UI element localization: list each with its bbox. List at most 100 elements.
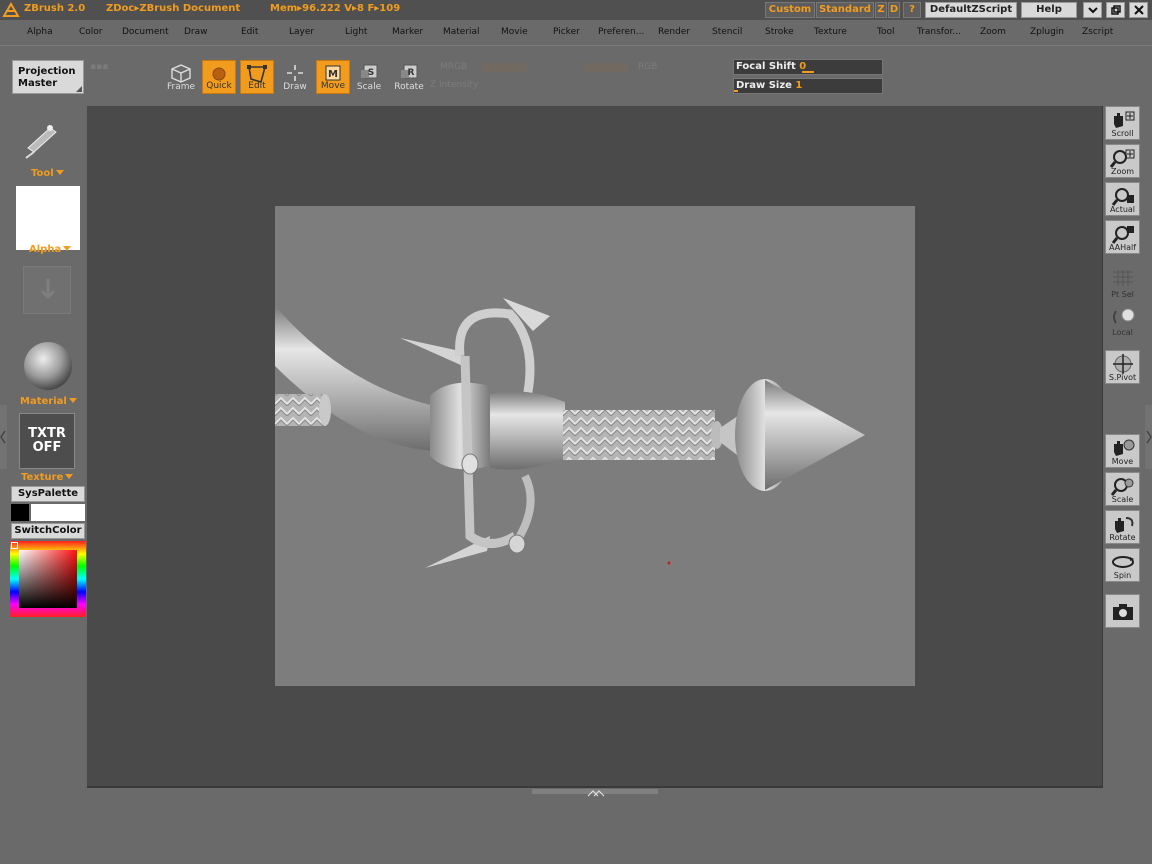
actual-button[interactable]: Actual: [1105, 182, 1140, 216]
scale-button[interactable]: S Scale: [352, 60, 386, 94]
stencil-arrow-icon: [40, 279, 56, 300]
left-tray-handle[interactable]: [0, 405, 7, 469]
rotate-view-button[interactable]: Rotate: [1105, 510, 1140, 544]
restore-button[interactable]: [1106, 2, 1125, 18]
rotate-hand-icon: [1114, 517, 1133, 533]
memory-readout: Mem▸96.222 V▸8 F▸109: [270, 3, 401, 14]
draw-label: Draw: [283, 82, 307, 92]
aahalf-label: AAHalf: [1108, 243, 1137, 252]
aahalf-icon: [1111, 226, 1134, 244]
menu-document[interactable]: Document: [122, 27, 169, 37]
aahalf-button[interactable]: AAHalf: [1105, 220, 1140, 254]
alpha-thumbnail[interactable]: [16, 186, 80, 250]
spivot-icon: [1112, 354, 1133, 374]
close-icon: [1133, 5, 1144, 15]
quick-button[interactable]: Quick: [202, 60, 236, 94]
tool-brush-icon: [25, 125, 57, 159]
draw-size-slider[interactable]: Draw Size 1: [733, 78, 883, 94]
menu-zoom[interactable]: Zoom: [980, 27, 1006, 37]
menu-transform[interactable]: Transfor...: [917, 27, 961, 37]
snapshot-button[interactable]: [1105, 594, 1140, 628]
material-menu-button[interactable]: Material: [20, 396, 77, 407]
spivot-button[interactable]: S.Pivot: [1105, 350, 1140, 384]
menu-movie[interactable]: Movie: [501, 27, 528, 37]
menu-edit[interactable]: Edit: [241, 27, 258, 37]
restore-icon: [1110, 5, 1121, 15]
color-picker[interactable]: [10, 541, 86, 617]
quick-label: Quick: [206, 81, 232, 91]
ghost-mrgb: MRGB: [440, 62, 468, 72]
z-button[interactable]: Z: [875, 2, 887, 18]
menu-layer[interactable]: Layer: [289, 27, 314, 37]
pt-sel-button[interactable]: Pt Sel: [1105, 266, 1140, 300]
help-question-button[interactable]: ?: [903, 2, 921, 18]
texture-menu-button[interactable]: Texture: [21, 472, 74, 483]
rotate-button[interactable]: R Rotate: [391, 60, 427, 94]
ghost-label-1: ▪▪▪: [90, 62, 109, 72]
close-button[interactable]: [1129, 2, 1148, 18]
menu-light[interactable]: Light: [345, 27, 367, 37]
menu-stroke[interactable]: Stroke: [765, 27, 794, 37]
menu-material[interactable]: Material: [443, 27, 480, 37]
zoom-button[interactable]: Zoom: [1105, 144, 1140, 178]
document-canvas[interactable]: [275, 206, 915, 686]
menu-color[interactable]: Color: [79, 27, 103, 37]
menu-preferences[interactable]: Preferen...: [598, 27, 644, 37]
color-picker-square[interactable]: [19, 550, 77, 608]
minimize-button[interactable]: [1083, 2, 1102, 18]
projection-master-button[interactable]: Projection Master: [12, 60, 84, 94]
stencil-thumbnail: [23, 266, 71, 314]
zbrush-logo-icon: [2, 2, 20, 17]
right-tray-handle[interactable]: [1145, 405, 1152, 469]
standard-ui-button[interactable]: Standard: [816, 2, 874, 18]
switchcolor-button[interactable]: SwitchColor: [11, 523, 85, 539]
secondary-color-swatch[interactable]: [31, 504, 85, 521]
scroll-button[interactable]: Scroll: [1105, 106, 1140, 140]
frame-button[interactable]: Frame: [164, 60, 198, 94]
focal-shift-slider[interactable]: Focal Shift 0: [733, 59, 883, 75]
local-icon: [1112, 308, 1134, 324]
menu-texture[interactable]: Texture: [814, 27, 847, 37]
tool-menu-button[interactable]: Tool: [31, 168, 64, 179]
bottom-tray-arrows-icon: [587, 790, 605, 797]
syspalette-button[interactable]: SysPalette: [11, 486, 85, 502]
material-thumbnail[interactable]: [22, 340, 74, 392]
material-caret-icon: [68, 398, 77, 403]
pt-sel-icon: [1112, 270, 1133, 286]
bottom-tray-handle[interactable]: [531, 788, 659, 797]
spin-label: Spin: [1113, 571, 1132, 580]
move-hand-icon: [1113, 439, 1134, 456]
menu-alpha[interactable]: Alpha: [27, 27, 53, 37]
tool-thumbnail[interactable]: [20, 118, 64, 162]
menu-marker[interactable]: Marker: [392, 27, 423, 37]
default-zscript-button[interactable]: DefaultZScript: [925, 2, 1017, 18]
menu-draw[interactable]: Draw: [184, 27, 208, 37]
help-button[interactable]: Help: [1021, 2, 1077, 18]
actual-icon: [1111, 188, 1134, 206]
main-color-swatch[interactable]: [11, 504, 29, 521]
color-picker-marker[interactable]: [11, 542, 18, 549]
custom-ui-button[interactable]: Custom: [765, 2, 815, 18]
scale-view-button[interactable]: Scale: [1105, 472, 1140, 506]
d-button[interactable]: D: [888, 2, 900, 18]
draw-size-value: 1: [795, 80, 803, 91]
menu-tool[interactable]: Tool: [877, 27, 894, 37]
spin-button[interactable]: Spin: [1105, 548, 1140, 582]
menu-render[interactable]: Render: [658, 27, 690, 37]
menu-zscript[interactable]: Zscript: [1082, 27, 1113, 37]
draw-button[interactable]: Draw: [278, 60, 312, 94]
alpha-menu-button[interactable]: Alpha: [29, 244, 72, 255]
local-button[interactable]: Local: [1105, 304, 1140, 338]
menu-stencil[interactable]: Stencil: [712, 27, 742, 37]
edit-button[interactable]: Edit: [240, 60, 274, 94]
texture-off-button[interactable]: TXTR OFF: [19, 413, 75, 469]
menu-zplugin[interactable]: Zplugin: [1030, 27, 1064, 37]
document-title: ZDoc▸ZBrush Document: [106, 3, 241, 14]
scale-icon: S: [361, 64, 378, 79]
svg-text:M: M: [328, 69, 338, 80]
move-button[interactable]: M Move: [316, 60, 350, 94]
draw-size-fill: [734, 90, 738, 92]
frame-label: Frame: [166, 82, 196, 92]
menu-picker[interactable]: Picker: [553, 27, 580, 37]
move-view-button[interactable]: Move: [1105, 434, 1140, 468]
